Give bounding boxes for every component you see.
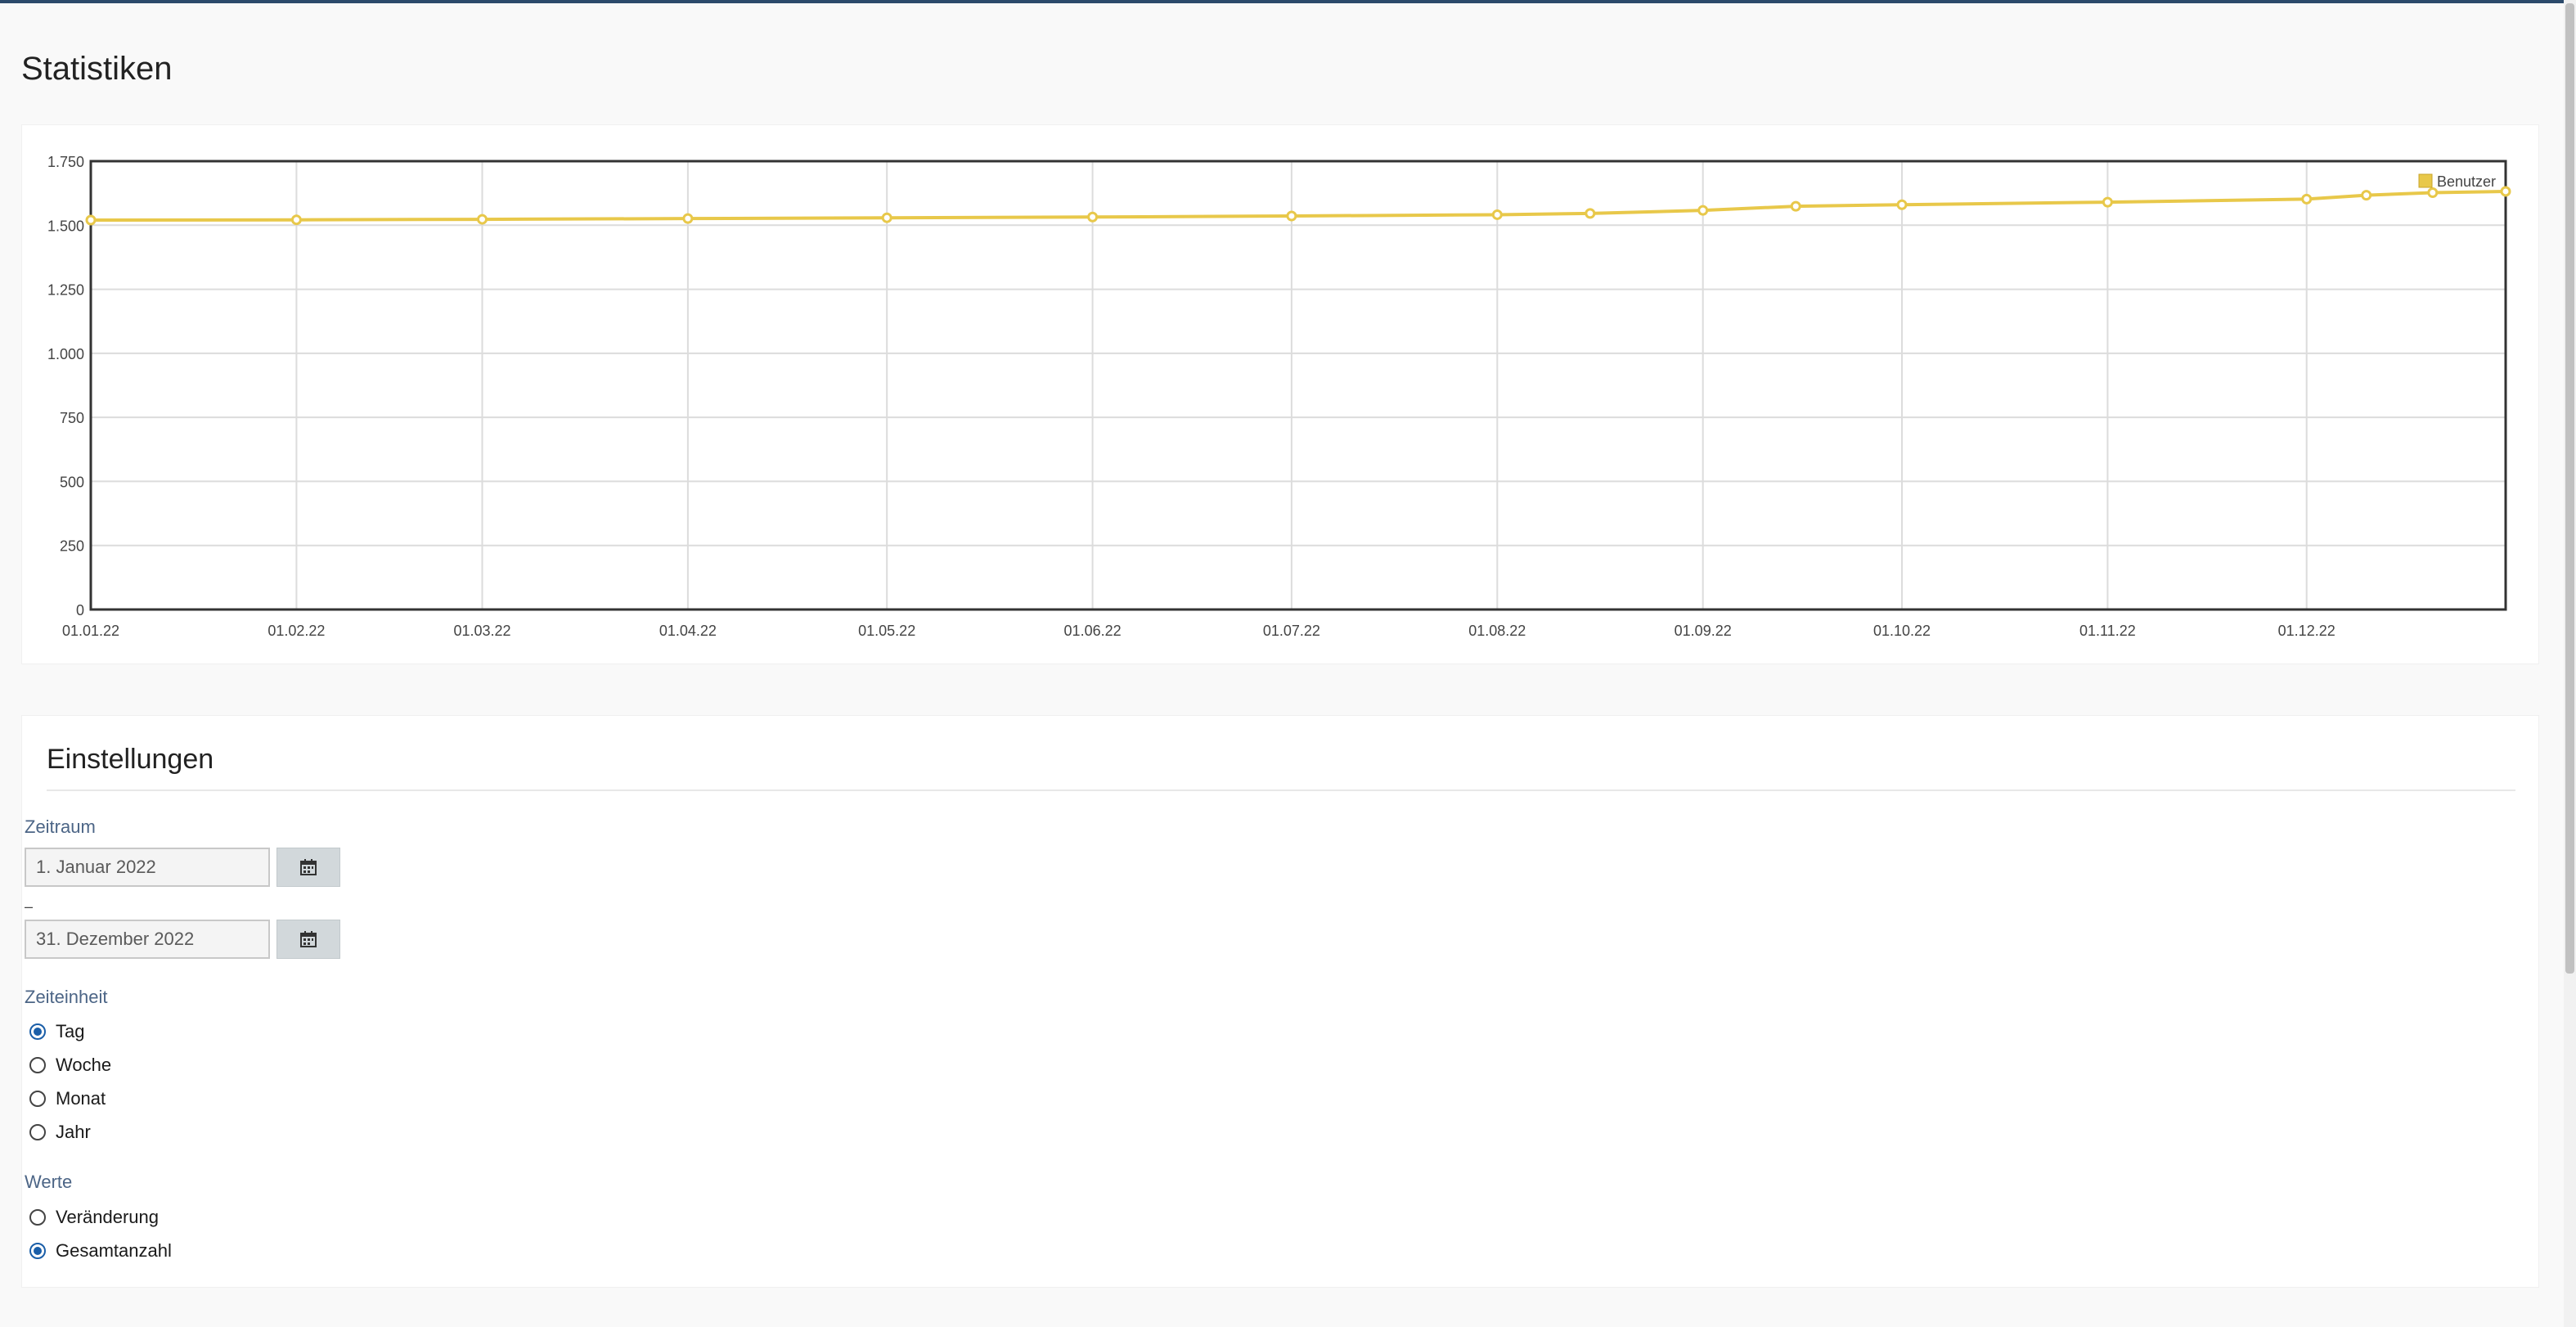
- y-tick-label: 500: [60, 474, 84, 490]
- settings-title: Einstellungen: [47, 744, 214, 775]
- radio-circle[interactable]: [29, 1243, 46, 1259]
- series-line-benutzer: [90, 189, 2506, 223]
- x-tick-label: 01.06.22: [1064, 623, 1122, 639]
- x-tick-label: 01.04.22: [659, 623, 717, 639]
- x-tick-label: 01.02.22: [267, 623, 325, 639]
- radio-unit-week[interactable]: Woche: [29, 1053, 111, 1077]
- radio-unit-month[interactable]: Monat: [29, 1086, 106, 1111]
- date-from-input[interactable]: 1. Januar 2022: [25, 848, 270, 887]
- date-from-calendar-button[interactable]: [276, 848, 340, 887]
- radio-values-total[interactable]: Gesamtanzahl: [29, 1239, 172, 1263]
- y-tick-label: 1.000: [47, 346, 84, 362]
- date-to-input[interactable]: 31. Dezember 2022: [25, 920, 270, 959]
- page-title: Statistiken: [21, 51, 173, 87]
- data-point: [1286, 210, 1297, 222]
- y-tick-label: 1.250: [47, 282, 84, 299]
- data-point: [682, 213, 694, 224]
- radio-unit-year[interactable]: Jahr: [29, 1120, 91, 1145]
- y-tick-label: 1.750: [47, 154, 84, 170]
- data-point: [2500, 186, 2511, 197]
- data-point: [476, 214, 488, 225]
- radio-circle[interactable]: [29, 1023, 46, 1040]
- x-tick-label: 01.09.22: [1675, 623, 1732, 639]
- radio-label: Gesamtanzahl: [56, 1240, 172, 1261]
- x-tick-label: 01.07.22: [1263, 623, 1320, 639]
- calendar-icon: [300, 859, 317, 875]
- data-point: [1790, 200, 1801, 212]
- data-point: [2301, 193, 2313, 205]
- data-point: [1697, 205, 1709, 216]
- calendar-icon: [300, 931, 317, 947]
- x-tick-label: 01.11.22: [2079, 623, 2136, 639]
- y-tick-label: 1.500: [47, 218, 84, 234]
- legend-swatch: [2418, 173, 2433, 188]
- period-label: Zeitraum: [25, 816, 96, 837]
- radio-label: Woche: [56, 1055, 112, 1075]
- x-tick-label: 01.08.22: [1468, 623, 1526, 639]
- date-range-separator: –: [25, 898, 34, 915]
- legend-label: Benutzer: [2437, 173, 2496, 190]
- x-tick-label: 01.03.22: [453, 623, 510, 639]
- data-point: [2427, 187, 2439, 199]
- data-point: [2361, 190, 2372, 201]
- data-point: [85, 214, 97, 226]
- x-tick-label: 01.05.22: [858, 623, 915, 639]
- settings-panel: Einstellungen: [21, 715, 2539, 1288]
- x-tick-label: 01.12.22: [2278, 623, 2335, 639]
- time-unit-label: Zeiteinheit: [25, 987, 108, 1007]
- x-tick-label: 01.10.22: [1873, 623, 1931, 639]
- radio-circle[interactable]: [29, 1091, 46, 1107]
- data-point: [1585, 208, 1596, 219]
- radio-values-change[interactable]: Veränderung: [29, 1205, 159, 1230]
- data-point: [2102, 196, 2113, 208]
- radio-label: Monat: [56, 1088, 106, 1109]
- users-line-chart: 0 250 500 750 1.000 1.250 1.500 1.750 01.01.22 01…: [47, 154, 2511, 639]
- x-tick-label: 01.01.22: [62, 623, 119, 639]
- scrollbar-thumb[interactable]: [2565, 3, 2574, 974]
- values-label: Werte: [25, 1172, 73, 1192]
- top-accent-bar: [0, 0, 2576, 3]
- chart-panel: 0 250 500 750 1.000 1.250 1.500 1.750 01.01.22 01…: [21, 124, 2539, 664]
- plot-frame: [89, 160, 2507, 611]
- data-point: [1896, 199, 1908, 210]
- data-point: [1491, 209, 1503, 220]
- y-tick-label: 0: [76, 602, 84, 619]
- radio-unit-day[interactable]: Tag: [29, 1019, 84, 1044]
- radio-circle[interactable]: [29, 1124, 46, 1140]
- y-tick-label: 750: [60, 410, 84, 426]
- y-tick-label: 250: [60, 538, 84, 555]
- data-point: [1087, 211, 1099, 223]
- settings-divider: [47, 789, 2515, 791]
- radio-circle[interactable]: [29, 1057, 46, 1073]
- radio-label: Jahr: [56, 1122, 91, 1142]
- data-point: [881, 212, 892, 223]
- date-to-calendar-button[interactable]: [276, 920, 340, 959]
- radio-label: Veränderung: [56, 1207, 159, 1227]
- radio-label: Tag: [56, 1021, 85, 1041]
- data-point: [290, 214, 302, 226]
- radio-circle[interactable]: [29, 1209, 46, 1226]
